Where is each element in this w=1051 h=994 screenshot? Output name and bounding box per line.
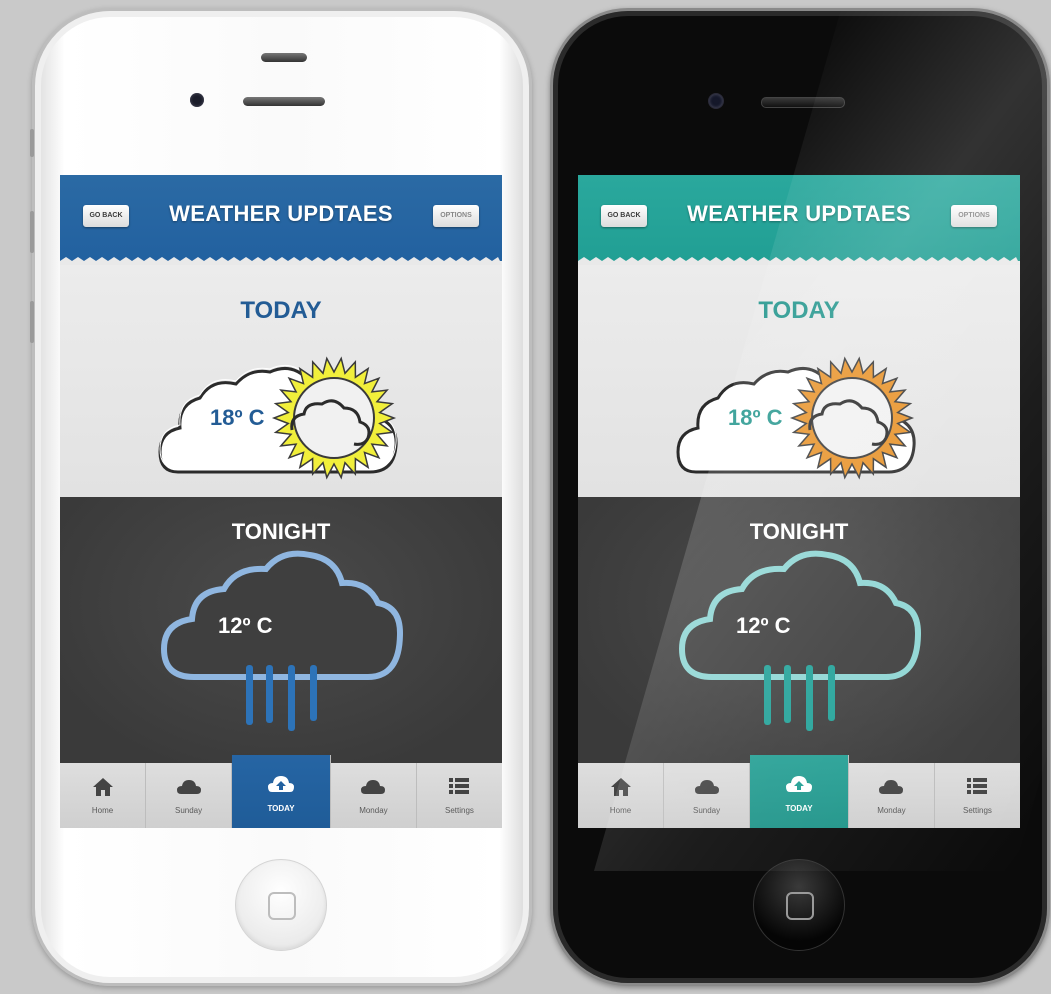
home-icon: [92, 778, 113, 796]
list-icon: [449, 778, 470, 794]
tab-today[interactable]: TODAY: [750, 755, 849, 828]
tab-label: Home: [91, 806, 114, 815]
tab-label: Sunday: [693, 806, 721, 815]
rain-cloud-icon: [678, 550, 922, 731]
tab-label: Sunday: [175, 806, 203, 815]
mute-switch: [550, 129, 552, 157]
home-icon: [610, 778, 631, 796]
volume-down-button: [550, 301, 552, 343]
cloud-icon: [176, 780, 201, 794]
tab-label: Monday: [877, 806, 906, 815]
today-temperature: 18º C: [210, 405, 265, 430]
cloud-icon: [694, 780, 719, 794]
tonight-temperature: 12º C: [736, 613, 791, 638]
home-button[interactable]: [235, 859, 327, 951]
tab-monday[interactable]: Monday: [849, 763, 935, 828]
today-panel: TODAY 18º C: [578, 261, 1020, 497]
app-header: GO BACK WEATHER UPDTAES OPTIONS: [60, 175, 502, 261]
tonight-panel: TONIGHT 12º C: [60, 497, 502, 763]
tab-sunday[interactable]: Sunday: [146, 763, 233, 828]
rain-drop: [806, 665, 813, 731]
tab-bar: Home Sunday TODAY Monday Settings: [578, 755, 1020, 828]
front-camera: [708, 93, 724, 109]
tab-bar: Home Sunday TODAY Monday Settings: [60, 755, 502, 828]
volume-up-button: [30, 211, 34, 253]
tab-sunday[interactable]: Sunday: [664, 763, 751, 828]
tab-settings[interactable]: Settings: [417, 763, 502, 828]
tab-today[interactable]: TODAY: [232, 755, 331, 828]
tonight-panel: TONIGHT 12º C: [578, 497, 1020, 763]
tab-home[interactable]: Home: [578, 763, 665, 828]
home-button-square-icon: [268, 892, 296, 920]
rain-drop: [784, 665, 791, 723]
partly-cloudy-icon: [158, 356, 398, 480]
options-button[interactable]: OPTIONS: [433, 205, 479, 227]
white-phone: GO BACK WEATHER UPDTAES OPTIONS TODAY 18…: [30, 8, 532, 986]
tab-settings[interactable]: Settings: [935, 763, 1020, 828]
black-phone: GO BACK WEATHER UPDTAES OPTIONS TODAY 18…: [550, 8, 1050, 986]
options-button[interactable]: OPTIONS: [951, 205, 997, 227]
tab-label: Settings: [445, 806, 474, 815]
home-button[interactable]: [753, 859, 845, 951]
tab-label: Settings: [963, 806, 992, 815]
front-camera: [190, 93, 204, 107]
tab-monday[interactable]: Monday: [331, 763, 417, 828]
rain-drop: [288, 665, 295, 731]
rain-drop: [764, 665, 771, 725]
weather-app-screen: GO BACK WEATHER UPDTAES OPTIONS TODAY 18…: [60, 175, 502, 828]
rain-drop: [266, 665, 273, 723]
rain-cloud-icon: [160, 550, 404, 731]
app-header: GO BACK WEATHER UPDTAES OPTIONS: [578, 175, 1020, 261]
volume-down-button: [30, 301, 34, 343]
rain-drop: [828, 665, 835, 721]
header-zigzag-edge: [60, 257, 502, 265]
rain-drop: [246, 665, 253, 725]
today-panel: TODAY 18º C: [60, 261, 502, 497]
list-icon: [967, 778, 988, 794]
top-speaker: [261, 53, 307, 62]
volume-up-button: [550, 211, 552, 253]
cloud-icon: [879, 780, 904, 794]
tonight-temperature: 12º C: [218, 613, 273, 638]
mute-switch: [30, 129, 34, 157]
today-temperature: 18º C: [728, 405, 783, 430]
weather-app-screen: GO BACK WEATHER UPDTAES OPTIONS TODAY 18…: [578, 175, 1020, 828]
partly-cloudy-icon: [676, 356, 916, 480]
cloud-icon: [361, 780, 386, 794]
tab-label: TODAY: [785, 804, 813, 813]
tab-label: Monday: [359, 806, 388, 815]
header-zigzag-edge: [578, 257, 1020, 265]
home-button-square-icon: [786, 892, 814, 920]
earpiece: [243, 97, 325, 106]
earpiece: [761, 97, 845, 108]
tab-label: TODAY: [267, 804, 295, 813]
tab-label: Home: [609, 806, 632, 815]
cloud-upload-icon: [786, 776, 812, 792]
cloud-upload-icon: [268, 776, 294, 792]
rain-drop: [310, 665, 317, 721]
tab-home[interactable]: Home: [60, 763, 147, 828]
